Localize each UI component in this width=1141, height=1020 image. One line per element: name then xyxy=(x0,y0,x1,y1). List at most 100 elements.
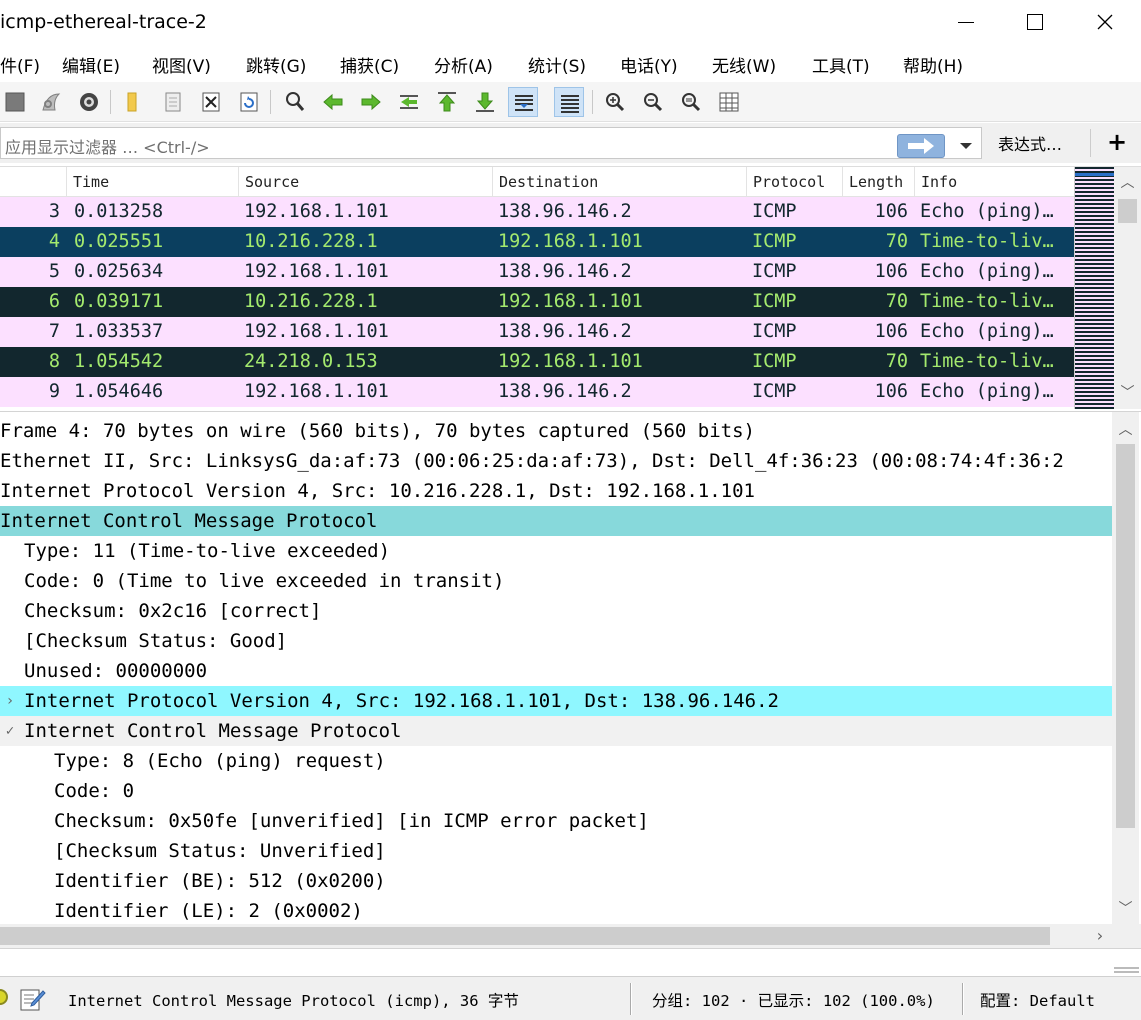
detail-row[interactable]: ✓ Internet Control Message Protocol xyxy=(0,716,1112,746)
detail-row[interactable]: [Checksum Status: Unverified] xyxy=(0,836,1112,866)
zoom-out-button[interactable] xyxy=(638,87,668,117)
packet-row[interactable]: 7 1.033537 192.168.1.101 138.96.146.2 IC… xyxy=(0,317,1074,347)
collapse-arrow-icon[interactable]: ✓ xyxy=(0,716,20,746)
apply-filter-button[interactable] xyxy=(897,134,945,158)
scrollbar-thumb[interactable] xyxy=(0,927,1050,945)
packet-row[interactable]: 6 0.039171 10.216.228.1 192.168.1.101 IC… xyxy=(0,287,1074,317)
menu-help[interactable]: 帮助(H) xyxy=(903,52,963,77)
detail-row[interactable]: Checksum: 0x50fe [unverified] [in ICMP e… xyxy=(0,806,1112,836)
detail-row-text: Frame 4: 70 bytes on wire (560 bits), 70… xyxy=(0,420,755,442)
go-last-packet-button[interactable] xyxy=(470,87,500,117)
details-scrollbar[interactable]: ︿ ﹀ xyxy=(1112,412,1139,925)
menu-view[interactable]: 视图(V) xyxy=(152,52,211,77)
expand-arrow-icon[interactable]: › xyxy=(0,686,20,716)
zoom-in-button[interactable] xyxy=(600,87,630,117)
scroll-down-icon[interactable]: ﹀ xyxy=(1112,897,1139,921)
packet-counts-status: 分组: 102 · 已显示: 102 (100.0%) xyxy=(652,992,935,1010)
detail-row[interactable]: Internet Protocol Version 4, Src: 10.216… xyxy=(0,476,1112,506)
normal-size-button[interactable] xyxy=(676,87,706,117)
packet-source: 192.168.1.101 xyxy=(244,321,389,342)
menu-wireless[interactable]: 无线(W) xyxy=(712,52,776,77)
filter-history-dropdown[interactable] xyxy=(951,134,981,158)
detail-row[interactable]: Type: 8 (Echo (ping) request) xyxy=(0,746,1112,776)
go-forward-button[interactable] xyxy=(356,87,386,117)
edit-comment-icon xyxy=(20,989,46,1011)
packet-row[interactable]: 4 0.025551 10.216.228.1 192.168.1.101 IC… xyxy=(0,227,1074,257)
scroll-down-icon[interactable]: ﹀ xyxy=(1114,381,1141,405)
detail-row[interactable]: Identifier (LE): 2 (0x0002) xyxy=(0,896,1112,926)
detail-row-text: Unused: 00000000 xyxy=(24,660,208,682)
reload-file-button[interactable] xyxy=(234,87,264,117)
detail-row[interactable]: Unused: 00000000 xyxy=(0,656,1112,686)
packet-length: 70 xyxy=(885,291,908,312)
menu-telephony[interactable]: 电话(Y) xyxy=(620,52,678,77)
packet-row[interactable]: 5 0.025634 192.168.1.101 138.96.146.2 IC… xyxy=(0,257,1074,287)
save-file-button[interactable] xyxy=(158,87,188,117)
detail-row-text: Code: 0 (Time to live exceeded in transi… xyxy=(24,570,505,592)
expression-button[interactable]: 表达式… xyxy=(998,131,1062,155)
packet-minimap[interactable] xyxy=(1074,167,1115,409)
detail-row[interactable]: Code: 0 (Time to live exceeded in transi… xyxy=(0,566,1112,596)
detail-row[interactable]: › Internet Protocol Version 4, Src: 192.1… xyxy=(0,686,1112,716)
menu-analyze[interactable]: 分析(A) xyxy=(434,52,493,77)
detail-row[interactable]: [Checksum Status: Good] xyxy=(0,626,1112,656)
packet-source: 10.216.228.1 xyxy=(244,291,378,312)
menu-edit[interactable]: 编辑(E) xyxy=(62,52,120,77)
stop-capture-button[interactable] xyxy=(0,87,30,117)
minimize-button[interactable] xyxy=(934,0,1000,44)
go-first-packet-button[interactable] xyxy=(432,87,462,117)
close-file-button[interactable] xyxy=(196,87,226,117)
display-filter-input[interactable]: 应用显示过滤器 … <Ctrl-/> xyxy=(0,127,982,159)
autoscroll-button[interactable] xyxy=(508,87,538,117)
detail-row[interactable]: Ethernet II, Src: LinksysG_da:af:73 (00:… xyxy=(0,446,1112,476)
packet-list-scrollbar[interactable]: ︿ ﹀ xyxy=(1114,167,1141,409)
detail-row[interactable]: Internet Control Message Protocol xyxy=(0,506,1112,536)
status-separator xyxy=(962,983,964,1015)
packet-row[interactable]: 8 1.054542 24.218.0.153 192.168.1.101 IC… xyxy=(0,347,1074,377)
column-header-time[interactable]: Time xyxy=(66,167,238,197)
menu-file[interactable]: 件(F) xyxy=(0,52,40,77)
go-to-packet-button[interactable] xyxy=(394,87,424,117)
go-back-button[interactable] xyxy=(318,87,348,117)
restart-capture-button[interactable] xyxy=(36,87,66,117)
find-packet-button[interactable] xyxy=(280,87,310,117)
packet-row[interactable]: 3 0.013258 192.168.1.101 138.96.146.2 IC… xyxy=(0,197,1074,227)
close-icon xyxy=(1097,14,1113,30)
scrollbar-thumb[interactable] xyxy=(1118,199,1137,223)
detail-row[interactable]: Type: 11 (Time-to-live exceeded) xyxy=(0,536,1112,566)
detail-row-text: Internet Control Message Protocol xyxy=(0,510,378,532)
open-file-button[interactable] xyxy=(118,87,148,117)
packet-time: 0.025634 xyxy=(74,261,164,282)
column-header-protocol[interactable]: Protocol xyxy=(746,167,842,197)
colorize-icon xyxy=(561,95,579,113)
details-horizontal-scrollbar[interactable]: › xyxy=(0,924,1141,948)
scroll-right-icon[interactable]: › xyxy=(1088,924,1112,948)
capture-comment-button[interactable] xyxy=(18,985,46,1013)
column-header-length[interactable]: Length xyxy=(842,167,914,197)
column-header-info[interactable]: Info xyxy=(914,167,1074,197)
menu-statistics[interactable]: 统计(S) xyxy=(528,52,586,77)
add-filter-button[interactable]: + xyxy=(1104,128,1130,156)
menu-go[interactable]: 跳转(G) xyxy=(246,52,306,77)
expert-info-led-icon[interactable] xyxy=(0,989,8,1005)
profile-status[interactable]: 配置: Default xyxy=(980,989,1095,1011)
resize-columns-button[interactable] xyxy=(714,87,744,117)
scrollbar-thumb[interactable] xyxy=(1116,444,1135,828)
scroll-up-icon[interactable]: ︿ xyxy=(1114,171,1141,195)
pane-splitter-handle[interactable] xyxy=(1112,963,1141,977)
capture-options-button[interactable] xyxy=(74,87,104,117)
packet-row[interactable]: 9 1.054646 192.168.1.101 138.96.146.2 IC… xyxy=(0,377,1074,407)
close-button[interactable] xyxy=(1072,0,1138,44)
scroll-up-icon[interactable]: ︿ xyxy=(1112,418,1139,442)
colorize-button[interactable] xyxy=(554,87,584,117)
detail-row[interactable]: Identifier (BE): 512 (0x0200) xyxy=(0,866,1112,896)
detail-row[interactable]: Frame 4: 70 bytes on wire (560 bits), 70… xyxy=(0,416,1112,446)
maximize-button[interactable] xyxy=(1002,0,1068,44)
menu-capture[interactable]: 捕获(C) xyxy=(340,52,399,77)
column-header-destination[interactable]: Destination xyxy=(492,167,746,197)
packet-time: 0.013258 xyxy=(74,201,164,222)
column-header-source[interactable]: Source xyxy=(238,167,492,197)
detail-row[interactable]: Checksum: 0x2c16 [correct] xyxy=(0,596,1112,626)
menu-tools[interactable]: 工具(T) xyxy=(812,52,870,77)
detail-row[interactable]: Code: 0 xyxy=(0,776,1112,806)
